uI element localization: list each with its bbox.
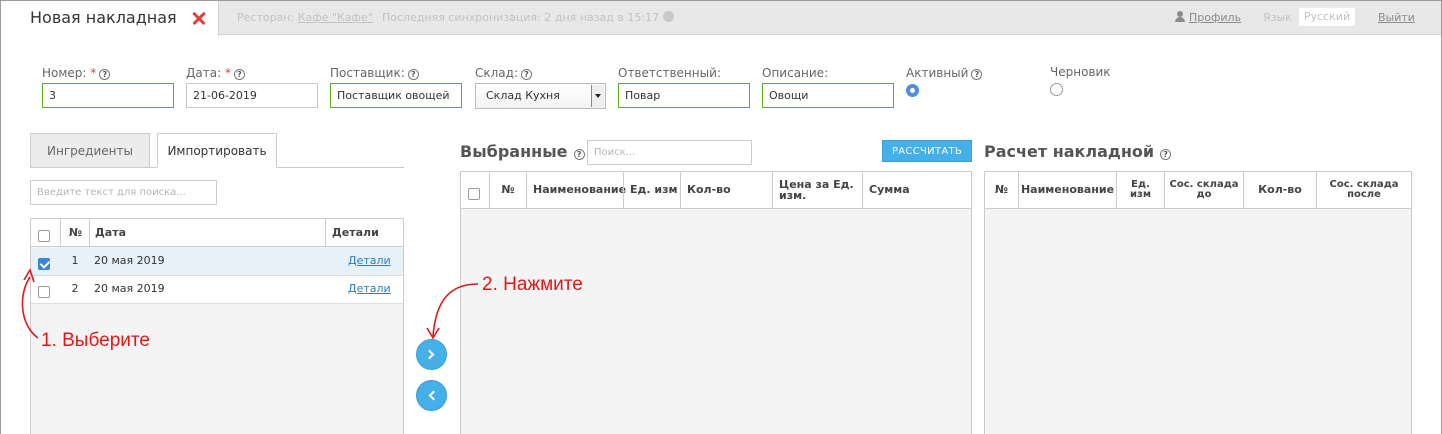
arrow-to-row-checkbox [21,276,39,339]
annotation-step2: 2. Нажмите [482,274,583,295]
arrowhead [23,268,35,283]
annotation-arrows [21,268,479,340]
arrow-to-move-button [432,283,479,337]
annotation-step1: 1. Выберите [41,330,150,351]
